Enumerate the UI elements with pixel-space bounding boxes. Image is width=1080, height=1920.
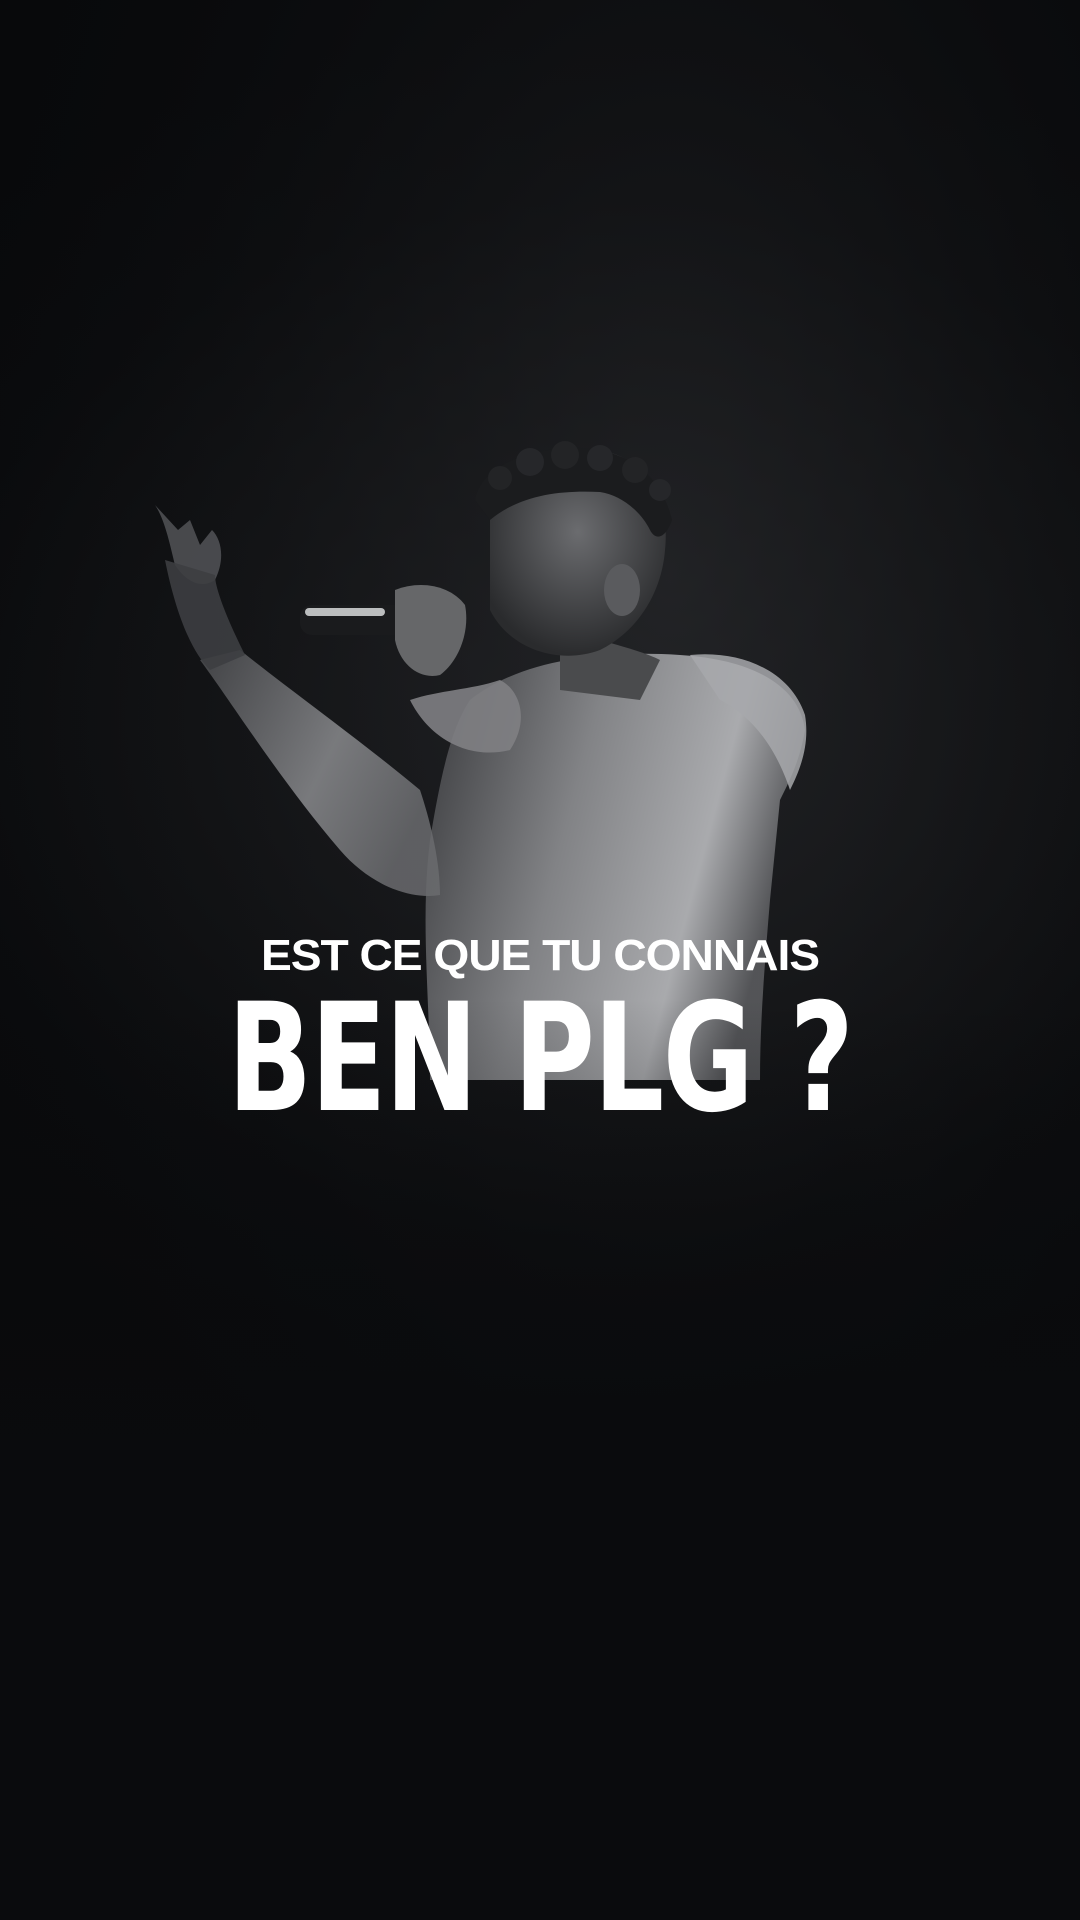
headline-title: BEN PLG ? [227, 972, 854, 1146]
story-canvas: EST CE QUE TU CONNAIS BEN PLG ? [0, 0, 1080, 1920]
headline: EST CE QUE TU CONNAIS BEN PLG ? [0, 930, 1080, 1134]
